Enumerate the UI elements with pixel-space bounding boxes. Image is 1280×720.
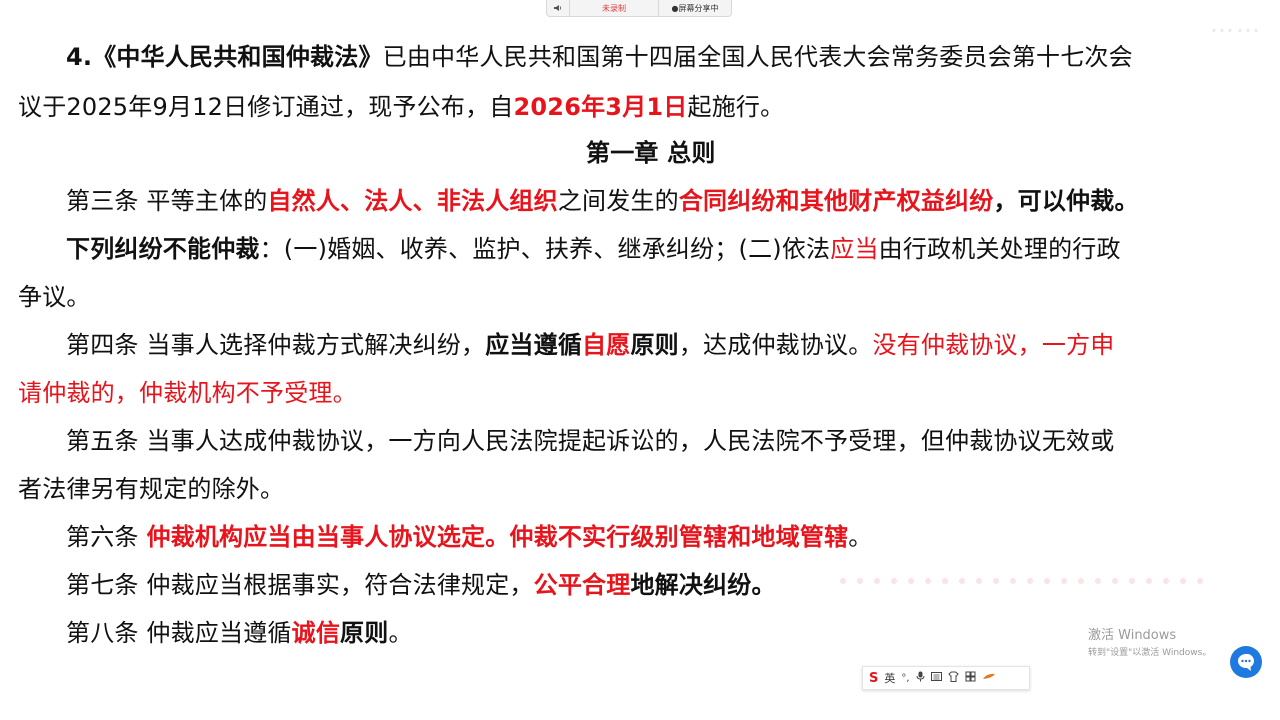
effective-date: 2026年3月1日 (513, 93, 688, 121)
watermark-title: 激活 Windows (1088, 628, 1177, 643)
screen-share-status[interactable]: ●屏幕分享中 (659, 0, 731, 16)
art3-disputes: 合同纠纷和其他财产权益纠纷 (678, 187, 994, 215)
intro-line-2: 议于2025年9月12日修订通过，现予公布，自2026年3月1日起施行。 (18, 92, 784, 122)
article-7: 第七条 仲裁应当根据事实，符合法律规定，公平合理地解决纠纷。 (66, 570, 776, 600)
sogou-logo-icon[interactable]: S (869, 671, 878, 686)
article-4-end: 请仲裁的，仲裁机构不予受理。 (18, 379, 357, 407)
art3-text-a: 第三条 平等主体的 (66, 187, 268, 215)
chat-icon (1238, 653, 1255, 671)
art6-end: 。 (848, 523, 873, 551)
exclusion-text: ：(一)婚姻、收养、监护、扶养、继承纠纷；(二)依法 (259, 235, 831, 263)
exclusion-text-d: 由行政机关处理的行政 (878, 235, 1121, 263)
art4-principle: 原则 (630, 331, 679, 359)
article-3-exclusion: 下列纠纷不能仲裁：(一)婚姻、收养、监护、扶养、继承纠纷；(二)依法应当由行政机… (66, 234, 1121, 264)
art4-voluntary: 自愿 (582, 331, 631, 359)
record-status[interactable]: 未录制 (570, 0, 659, 16)
art4-text-b: 应当遵循 (485, 331, 583, 359)
art8-end: 。 (388, 619, 413, 647)
brush-icon[interactable] (982, 672, 996, 684)
microphone-icon[interactable] (916, 671, 925, 685)
ime-toolbar[interactable]: S 英 °, (862, 666, 1030, 690)
article-3: 第三条 平等主体的自然人、法人、非法人组织之间发生的合同纠纷和其他财产权益纠纷，… (66, 186, 1139, 216)
screen-share-toolbar: 未录制 ●屏幕分享中 (546, 0, 732, 17)
art8-principle: 原则 (340, 619, 389, 647)
art6-highlight: 仲裁机构应当由当事人协议选定。仲裁不实行级别管辖和地域管辖 (146, 523, 849, 551)
law-title: 《中华人民共和国仲裁法》 (92, 43, 383, 71)
keyboard-icon[interactable] (930, 671, 942, 685)
art3-text-c: 之间发生的 (557, 187, 679, 215)
art7-text-c: 地解决纠纷。 (630, 571, 776, 599)
art7-text-a: 第七条 仲裁应当根据事实，符合法律规定， (66, 571, 534, 599)
art8-text-a: 第八条 仲裁应当遵循 (66, 619, 292, 647)
exclusion-heading: 下列纠纷不能仲裁 (66, 235, 260, 263)
exclusion-highlight: 应当 (830, 235, 879, 263)
intro-text-b: 起施行。 (687, 93, 785, 121)
skin-icon[interactable] (947, 671, 959, 685)
decorative-dots (840, 578, 1203, 584)
art4-text-e: ，达成仲裁协议。 (678, 331, 873, 359)
faint-header-text: …… (1210, 10, 1262, 38)
art8-integrity: 诚信 (291, 619, 341, 647)
intro-text-a: 议于2025年9月12日修订通过，现予公布，自 (18, 93, 514, 121)
art3-subjects: 自然人、法人、非法人组织 (267, 187, 558, 215)
intro-line-1: 4.《中华人民共和国仲裁法》已由中华人民共和国第十四届全国人民代表大会常务委员会… (66, 42, 1133, 72)
article-5-end: 者法律另有规定的除外。 (18, 475, 285, 503)
ime-language-toggle[interactable]: 英 (884, 670, 895, 686)
watermark-subtitle: 转到"设置"以激活 Windows。 (1088, 648, 1212, 658)
grid-icon[interactable] (965, 671, 976, 685)
punctuation-icon[interactable]: °, (901, 673, 909, 684)
art4-text-a: 第四条 当事人选择仲裁方式解决纠纷， (66, 331, 486, 359)
chat-bubble-button[interactable] (1230, 646, 1262, 678)
windows-activation-watermark: 激活 Windows 转到"设置"以激活 Windows。 (1088, 624, 1211, 658)
article-3-exclusion-end: 争议。 (18, 283, 91, 311)
article-8: 第八条 仲裁应当遵循诚信原则。 (66, 618, 413, 648)
article-4: 第四条 当事人选择仲裁方式解决纠纷，应当遵循自愿原则，达成仲裁协议。没有仲裁协议… (66, 330, 1114, 360)
article-5: 第五条 当事人达成仲裁协议，一方向人民法院提起诉讼的，人民法院不予受理，但仲裁协… (66, 427, 1115, 455)
intro-text: 已由中华人民共和国第十四届全国人民代表大会常务委员会第十七次会 (382, 43, 1133, 71)
chapter-title: 第一章 总则 (586, 139, 716, 167)
art7-fair: 公平合理 (533, 571, 631, 599)
article-6: 第六条 仲裁机构应当由当事人协议选定。仲裁不实行级别管辖和地域管辖。 (66, 522, 872, 552)
item-number: 4. (66, 43, 93, 71)
speaker-icon[interactable] (547, 0, 570, 16)
art6-label: 第六条 (66, 523, 147, 551)
art3-conclusion: ，可以仲裁。 (993, 187, 1139, 215)
art4-highlight: 没有仲裁协议，一方申 (872, 331, 1115, 359)
